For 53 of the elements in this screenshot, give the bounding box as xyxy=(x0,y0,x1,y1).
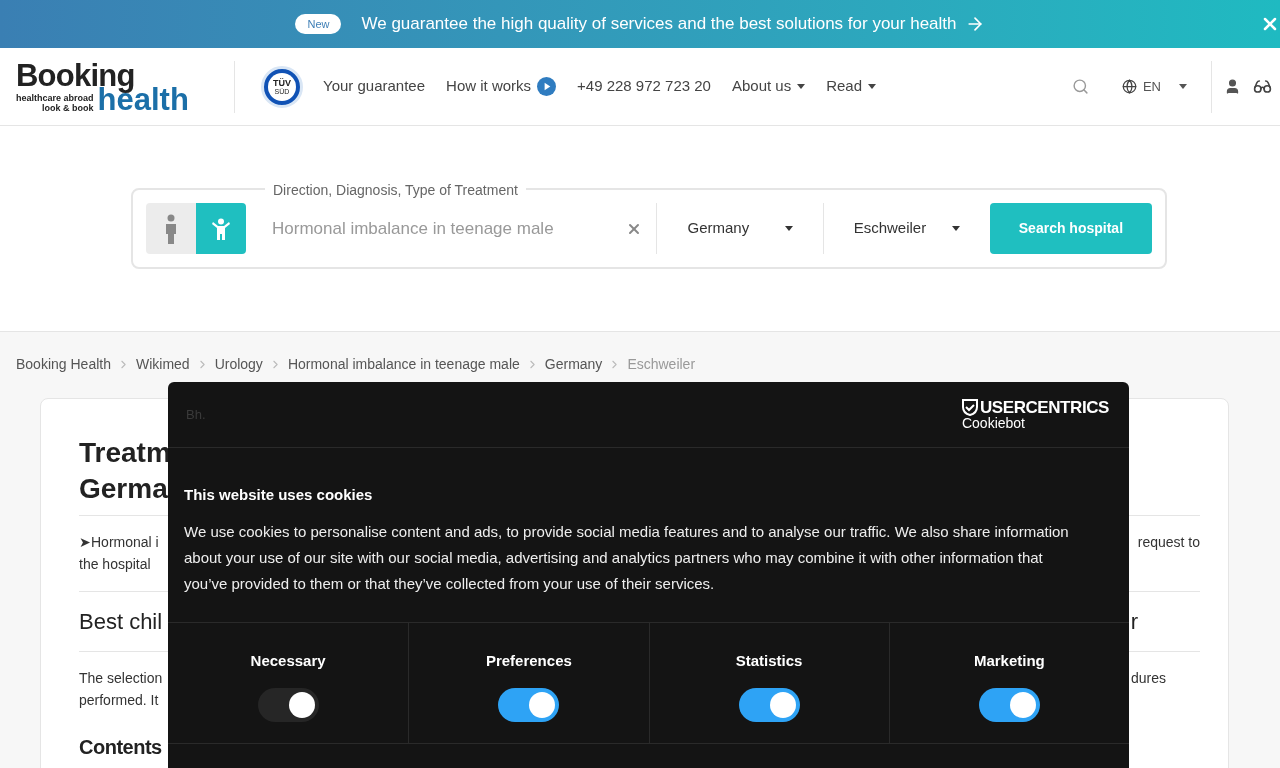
seal-text: TÜV xyxy=(273,78,291,88)
globe-icon xyxy=(1121,79,1137,94)
paragraph-text: The selection xyxy=(79,669,163,688)
breadcrumb-link[interactable]: Booking Health xyxy=(16,354,111,375)
search-icon[interactable] xyxy=(1071,78,1089,95)
caret-icon xyxy=(951,226,960,231)
breadcrumb-link[interactable]: Urology xyxy=(214,354,263,375)
paragraph-text: performed. It xyxy=(79,691,160,710)
caret-icon xyxy=(1179,84,1187,89)
consent-toggle[interactable] xyxy=(978,687,1040,722)
category-label: Necessary xyxy=(250,651,326,671)
country-select[interactable]: Germany xyxy=(656,217,823,240)
consent-toggle[interactable] xyxy=(498,687,560,722)
patient-type-tab[interactable] xyxy=(146,203,196,254)
dialog-title: This website uses cookies xyxy=(184,485,374,505)
category-label: Preferences xyxy=(485,651,572,671)
language-select[interactable]: EN xyxy=(1121,76,1187,97)
intro-text: ➤Hormonal i xyxy=(79,533,159,552)
article-title: Treatm xyxy=(79,436,171,470)
caret-icon xyxy=(784,226,793,231)
nav-link[interactable]: How it works xyxy=(446,75,557,98)
breadcrumb-link[interactable]: Hormonal imbalance in teenage male xyxy=(287,354,520,375)
article-title: Germa xyxy=(79,472,168,506)
new-badge: New xyxy=(295,13,342,35)
caret-icon xyxy=(868,84,877,89)
consent-toggle[interactable] xyxy=(738,687,800,722)
nav-menu[interactable]: Read xyxy=(826,75,877,98)
nav-link[interactable]: +49 228 972 723 20 xyxy=(577,75,711,98)
contents-heading: Contents xyxy=(79,735,162,759)
vendor-name: USERCENTRICS xyxy=(979,399,1109,416)
category-label: Marketing xyxy=(973,651,1045,671)
play-icon xyxy=(537,77,557,96)
nav-menu[interactable]: About us xyxy=(731,75,806,98)
logo-tagline: look & book xyxy=(42,102,94,113)
caret-icon xyxy=(797,84,806,89)
adult-icon xyxy=(165,213,177,244)
section-heading: r xyxy=(1130,608,1138,636)
intro-text: request to xyxy=(1137,533,1200,552)
glasses-icon[interactable] xyxy=(1253,77,1272,96)
section-heading: Best chil xyxy=(79,608,163,636)
child-icon xyxy=(212,217,230,240)
logo-tagline: healthcare abroad xyxy=(16,92,94,103)
dialog-text: We use cookies to personalise content and ads, to provide social media features and to analyse our traffic. We also share information about your use of our site with our social media, advertising and analytics partners who may combine it with other information that you’ve provided to them or that they’ve collected from your use of their services. xyxy=(184,521,1070,594)
intro-text: the hospital xyxy=(79,555,152,574)
breadcrumb-link[interactable]: Wikimed xyxy=(135,354,190,375)
breadcrumb-link[interactable]: Germany xyxy=(544,354,603,375)
city-select[interactable]: Eschweiler xyxy=(823,217,990,240)
vendor-name: Cookiebot xyxy=(961,416,1026,430)
nav-link[interactable]: Your guarantee xyxy=(323,75,426,98)
paragraph-text: dures xyxy=(1130,669,1166,688)
category-label: Statistics xyxy=(735,651,803,671)
shield-icon xyxy=(961,399,978,416)
user-icon[interactable] xyxy=(1224,78,1241,95)
